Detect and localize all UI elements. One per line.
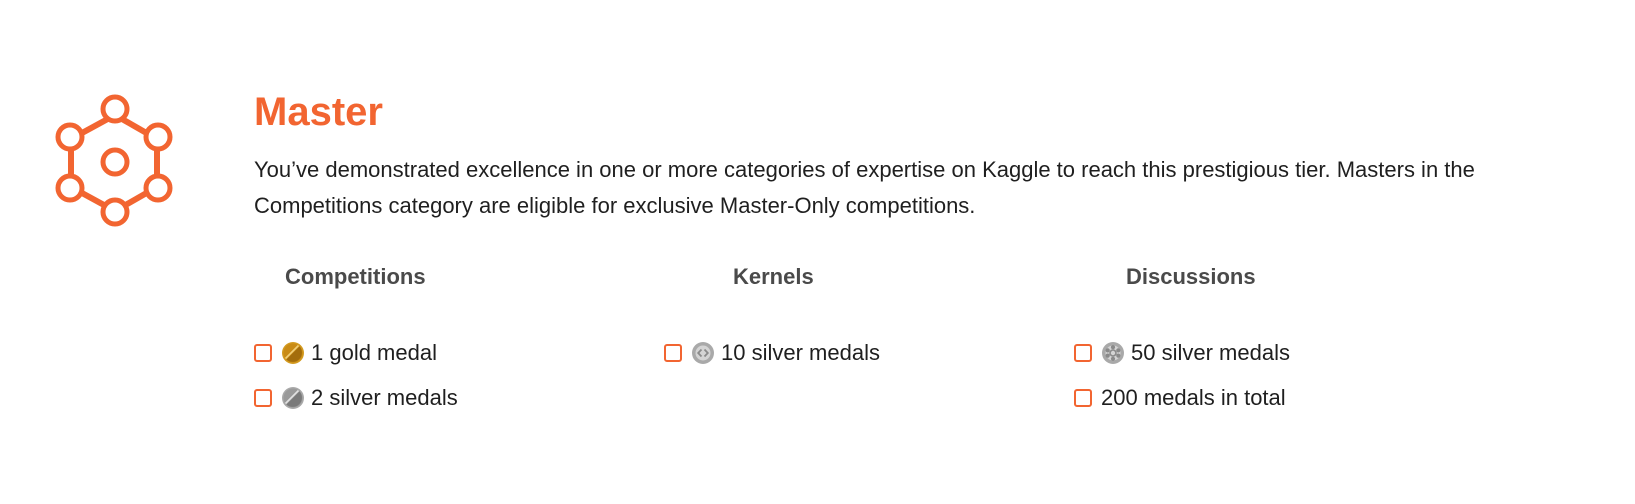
requirement-list-competitions: 1 gold medal 2 silver medals: [254, 330, 458, 420]
requirement-item: 10 silver medals: [664, 330, 880, 375]
requirement-checkbox: [1074, 388, 1092, 407]
tier-details: Master You’ve demonstrated excellence in…: [254, 88, 1484, 422]
category-kernels: Kernels 10 silver medals: [664, 262, 880, 375]
category-competitions: Competitions 1 gold medal 2 silver medal…: [254, 262, 458, 420]
requirement-checkbox: [254, 388, 272, 407]
requirement-item: 50 silver medals: [1074, 330, 1290, 375]
requirement-checkbox: [664, 343, 682, 362]
silver-discussion-medal-icon: [1101, 341, 1125, 365]
requirement-list-kernels: 10 silver medals: [664, 330, 880, 375]
requirement-item: 2 silver medals: [254, 375, 458, 420]
requirement-label: 10 silver medals: [721, 339, 880, 365]
tier-title: Master: [254, 90, 383, 134]
requirement-item: 1 gold medal: [254, 330, 458, 375]
category-heading-competitions: Competitions: [285, 264, 426, 289]
category-heading-discussions: Discussions: [1126, 264, 1256, 289]
master-tier-icon: [52, 92, 182, 232]
requirement-label: 50 silver medals: [1131, 339, 1290, 365]
requirement-label: 200 medals in total: [1101, 384, 1286, 410]
silver-medal-icon: [281, 386, 305, 410]
requirement-item: 200 medals in total: [1074, 375, 1290, 420]
category-heading-kernels: Kernels: [733, 264, 814, 289]
category-discussions: Discussions 50 silver medals 200 medals …: [1074, 262, 1290, 420]
tier-requirements: Competitions 1 gold medal 2 silver medal…: [254, 262, 1484, 422]
requirement-checkbox: [254, 343, 272, 362]
requirement-checkbox: [1074, 343, 1092, 362]
silver-kernel-medal-icon: [691, 341, 715, 365]
requirement-list-discussions: 50 silver medals 200 medals in total: [1074, 330, 1290, 420]
requirement-label: 2 silver medals: [311, 384, 458, 410]
tier-description: You’ve demonstrated excellence in one or…: [254, 157, 1475, 218]
gold-medal-icon: [281, 341, 305, 365]
requirement-label: 1 gold medal: [311, 339, 437, 365]
